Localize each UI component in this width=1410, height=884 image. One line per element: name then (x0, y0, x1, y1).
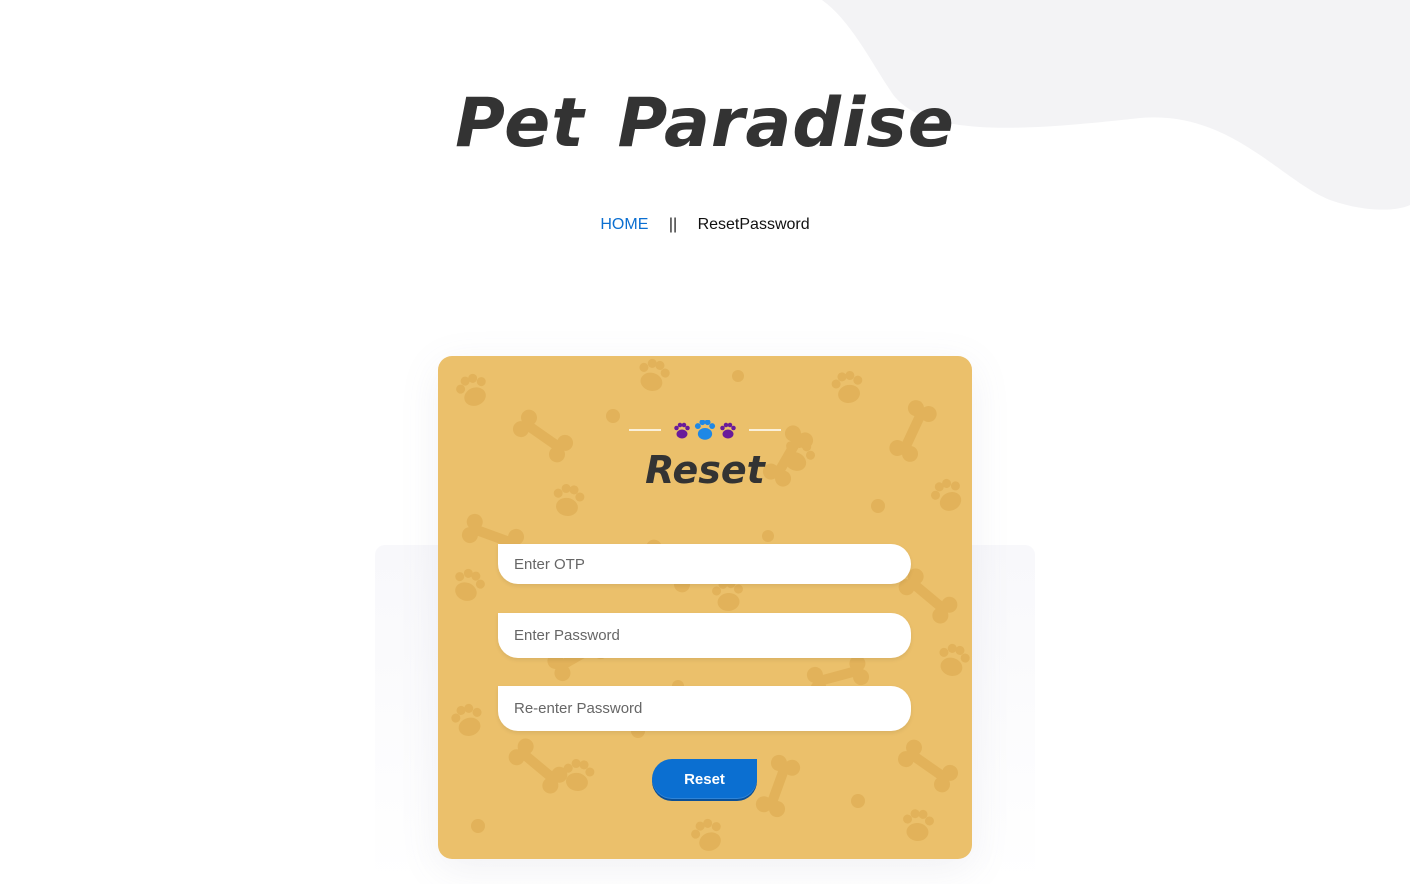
paw-icon (674, 422, 690, 439)
paw-divider (629, 420, 781, 440)
reset-card: Reset Reset (438, 356, 972, 859)
paw-icon (694, 420, 716, 440)
breadcrumb: HOME || ResetPassword (0, 216, 1410, 234)
reset-password-page: Pet Paradise HOME || ResetPassword Reset… (0, 0, 1410, 884)
reset-button[interactable]: Reset (652, 759, 757, 799)
breadcrumb-current-page: ResetPassword (697, 216, 810, 233)
site-title: Pet Paradise (455, 84, 955, 163)
password-input[interactable] (498, 613, 911, 658)
paw-icon (720, 422, 736, 439)
breadcrumb-home-link[interactable]: HOME (600, 216, 648, 233)
form-title: Reset (645, 448, 765, 492)
otp-input[interactable] (498, 544, 911, 584)
confirm-password-input[interactable] (498, 686, 911, 731)
breadcrumb-separator: || (668, 216, 678, 233)
